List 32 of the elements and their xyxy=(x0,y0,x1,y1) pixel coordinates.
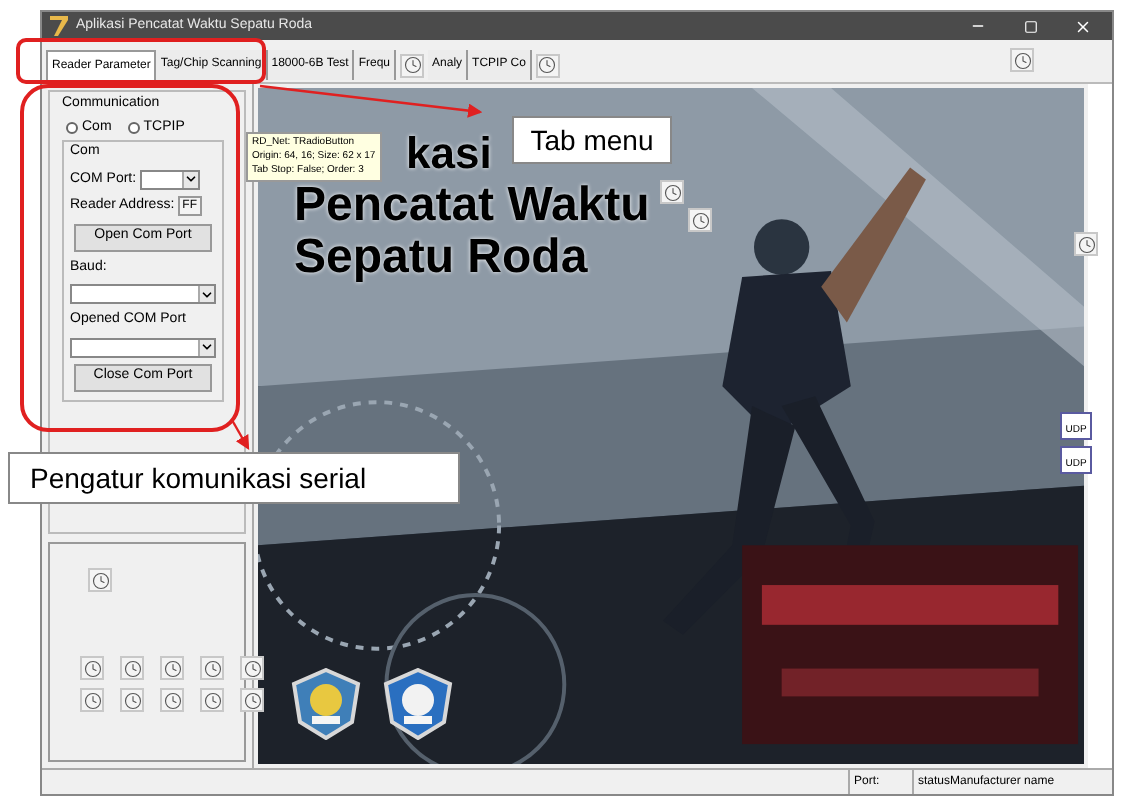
timer-component-icon[interactable] xyxy=(80,656,104,680)
callout-label: Tab menu xyxy=(512,116,672,164)
dropdown-field[interactable] xyxy=(140,169,201,190)
close-icon xyxy=(1073,17,1091,35)
caret-icon xyxy=(184,172,199,187)
timer-component-icon[interactable] xyxy=(80,688,104,712)
timer-component-icon[interactable] xyxy=(120,656,144,680)
emblem-icon xyxy=(382,668,454,740)
caret-icon xyxy=(200,340,214,354)
timer-component-icon[interactable] xyxy=(1010,48,1034,72)
app-logo-icon xyxy=(50,16,68,36)
timer-component-icon[interactable] xyxy=(200,656,224,680)
timer-component-icon[interactable] xyxy=(1074,232,1098,256)
timer-component-icon[interactable] xyxy=(688,208,712,232)
timer-component-icon[interactable] xyxy=(88,568,112,592)
timer-component-icon[interactable] xyxy=(660,180,684,204)
dropdown-field[interactable] xyxy=(70,337,216,357)
banner-title: Sepatu Roda xyxy=(294,232,588,284)
timer-component-icon[interactable] xyxy=(200,688,224,712)
timer-component-icon[interactable] xyxy=(240,656,264,680)
callout-label: Pengatur komunikasi serial xyxy=(8,452,460,504)
dropdown-field[interactable] xyxy=(70,284,216,304)
arrow xyxy=(230,419,250,451)
banner-title: Pencatat Waktu xyxy=(294,180,650,232)
emblem-icon xyxy=(290,668,362,740)
timer-component-icon[interactable] xyxy=(120,688,144,712)
timer-component-icon[interactable] xyxy=(160,656,184,680)
maximize-icon xyxy=(1023,19,1037,33)
timer-component-icon[interactable] xyxy=(240,688,264,712)
banner-title: kasi xyxy=(406,128,492,180)
caret-icon xyxy=(200,287,214,301)
timer-component-icon[interactable] xyxy=(160,688,184,712)
